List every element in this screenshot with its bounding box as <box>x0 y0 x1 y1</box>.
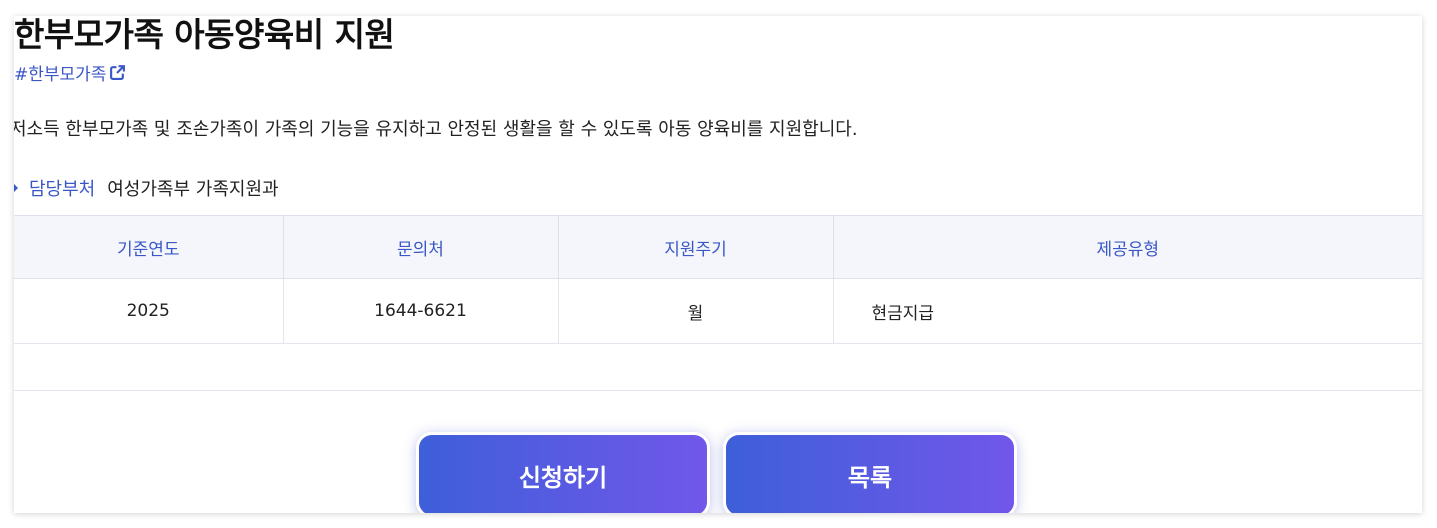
apply-button[interactable]: 신청하기 <box>416 432 710 513</box>
category-tag-label: #한부모가족 <box>14 65 107 85</box>
service-description: 저소득 한부모가족 및 조손가족이 가족의 기능을 유지하고 안정된 생활을 할… <box>14 119 858 140</box>
welfare-detail-card: 한부모가족 아동양육비 지원 #한부모가족 저소득 한부모가족 및 조손가족이 … <box>14 16 1422 513</box>
divider <box>14 390 1422 391</box>
cell-base-year: 2025 <box>14 278 284 344</box>
header-support-cycle: 지원주기 <box>558 215 834 279</box>
header-base-year: 기준연도 <box>14 215 284 279</box>
category-tag-link[interactable]: #한부모가족 <box>14 60 126 85</box>
table-header-row: 기준연도 문의처 지원주기 제공유형 <box>14 215 1422 279</box>
cell-provision-type: 현금지급 <box>833 278 1422 344</box>
service-info-table: 기준연도 문의처 지원주기 제공유형 2025 1644-6621 월 현금지급 <box>14 215 1422 344</box>
header-contact: 문의처 <box>283 215 559 279</box>
external-link-icon <box>109 64 126 81</box>
cell-support-cycle: 월 <box>558 278 834 344</box>
cell-contact: 1644-6621 <box>283 278 559 344</box>
page-title: 한부모가족 아동양육비 지원 <box>14 16 395 54</box>
header-provision-type: 제공유형 <box>833 215 1422 279</box>
department-info: 담당부처 여성가족부 가족지원과 <box>14 175 279 201</box>
department-label: 담당부처 <box>29 179 96 200</box>
table-row: 2025 1644-6621 월 현금지급 <box>14 278 1422 344</box>
bullet-icon <box>14 184 18 192</box>
list-button[interactable]: 목록 <box>723 432 1017 513</box>
department-value: 여성가족부 가족지원과 <box>107 179 279 200</box>
